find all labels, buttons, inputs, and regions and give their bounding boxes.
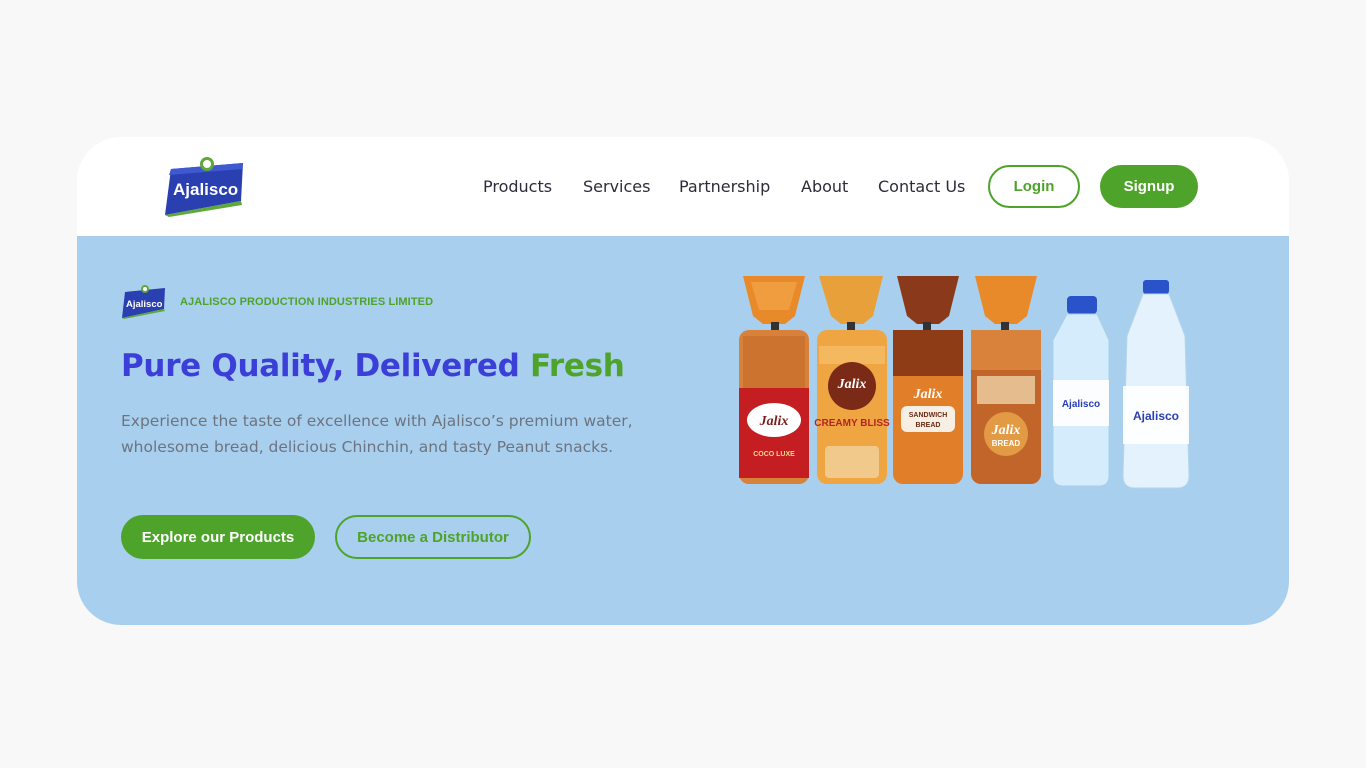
product-bread-jalix: Jalix BREAD bbox=[971, 276, 1041, 484]
bread-3-variant-a: SANDWICH bbox=[909, 412, 948, 419]
ajalisco-mini-logo: Ajalisco bbox=[122, 285, 165, 319]
product-bread-creamy-bliss: Jalix CREAMY BLISS bbox=[814, 276, 890, 484]
explore-products-button[interactable]: Explore our Products bbox=[121, 515, 315, 559]
company-name: AJALISCO PRODUCTION INDUSTRIES LIMITED bbox=[180, 296, 434, 308]
water-small-brand: Ajalisco bbox=[1062, 399, 1100, 410]
nav-contact-us[interactable]: Contact Us bbox=[878, 177, 965, 196]
bread-1-variant: COCO LUXE bbox=[753, 451, 795, 458]
bread-4-variant: BREAD bbox=[992, 439, 1021, 448]
product-water-small: Ajalisco bbox=[1052, 296, 1110, 487]
bread-2-variant: CREAMY BLISS bbox=[814, 418, 890, 429]
nav-services[interactable]: Services bbox=[583, 177, 650, 196]
bread-3-variant-b: BREAD bbox=[916, 422, 941, 429]
bread-2-brand: Jalix bbox=[837, 377, 867, 392]
bread-4-brand: Jalix bbox=[991, 423, 1021, 438]
page-card: Ajalisco Products Services Partnership A… bbox=[77, 137, 1289, 625]
become-distributor-button[interactable]: Become a Distributor bbox=[335, 515, 531, 559]
login-button[interactable]: Login bbox=[988, 165, 1080, 208]
hero-description: Experience the taste of excellence with … bbox=[121, 412, 633, 456]
svg-text:Ajalisco: Ajalisco bbox=[173, 180, 238, 199]
bread-3-brand: Jalix bbox=[913, 387, 943, 402]
product-bread-sandwich: Jalix SANDWICH BREAD bbox=[893, 276, 963, 484]
svg-text:Ajalisco: Ajalisco bbox=[126, 299, 163, 310]
hero-headline: Pure Quality, Delivered Fresh bbox=[121, 348, 625, 384]
navbar: Ajalisco Products Services Partnership A… bbox=[77, 137, 1289, 236]
products-image: Jalix COCO LUXE Jalix CREAMY BLISS Jalix… bbox=[739, 276, 1190, 489]
ajalisco-logo[interactable]: Ajalisco bbox=[163, 155, 247, 219]
signup-button[interactable]: Signup bbox=[1100, 165, 1198, 208]
bread-1-brand: Jalix bbox=[759, 414, 789, 429]
headline-accent: Fresh bbox=[530, 348, 625, 384]
product-bread-coco-luxe: Jalix COCO LUXE bbox=[739, 276, 809, 484]
nav-about[interactable]: About bbox=[801, 177, 848, 196]
hero-section: Ajalisco AJALISCO PRODUCTION INDUSTRIES … bbox=[77, 236, 1289, 625]
water-large-brand: Ajalisco bbox=[1133, 409, 1179, 423]
product-water-large: Ajalisco bbox=[1122, 280, 1190, 489]
nav-partnership[interactable]: Partnership bbox=[679, 177, 770, 196]
nav-products[interactable]: Products bbox=[483, 177, 552, 196]
headline-main: Pure Quality, Delivered bbox=[121, 348, 531, 384]
